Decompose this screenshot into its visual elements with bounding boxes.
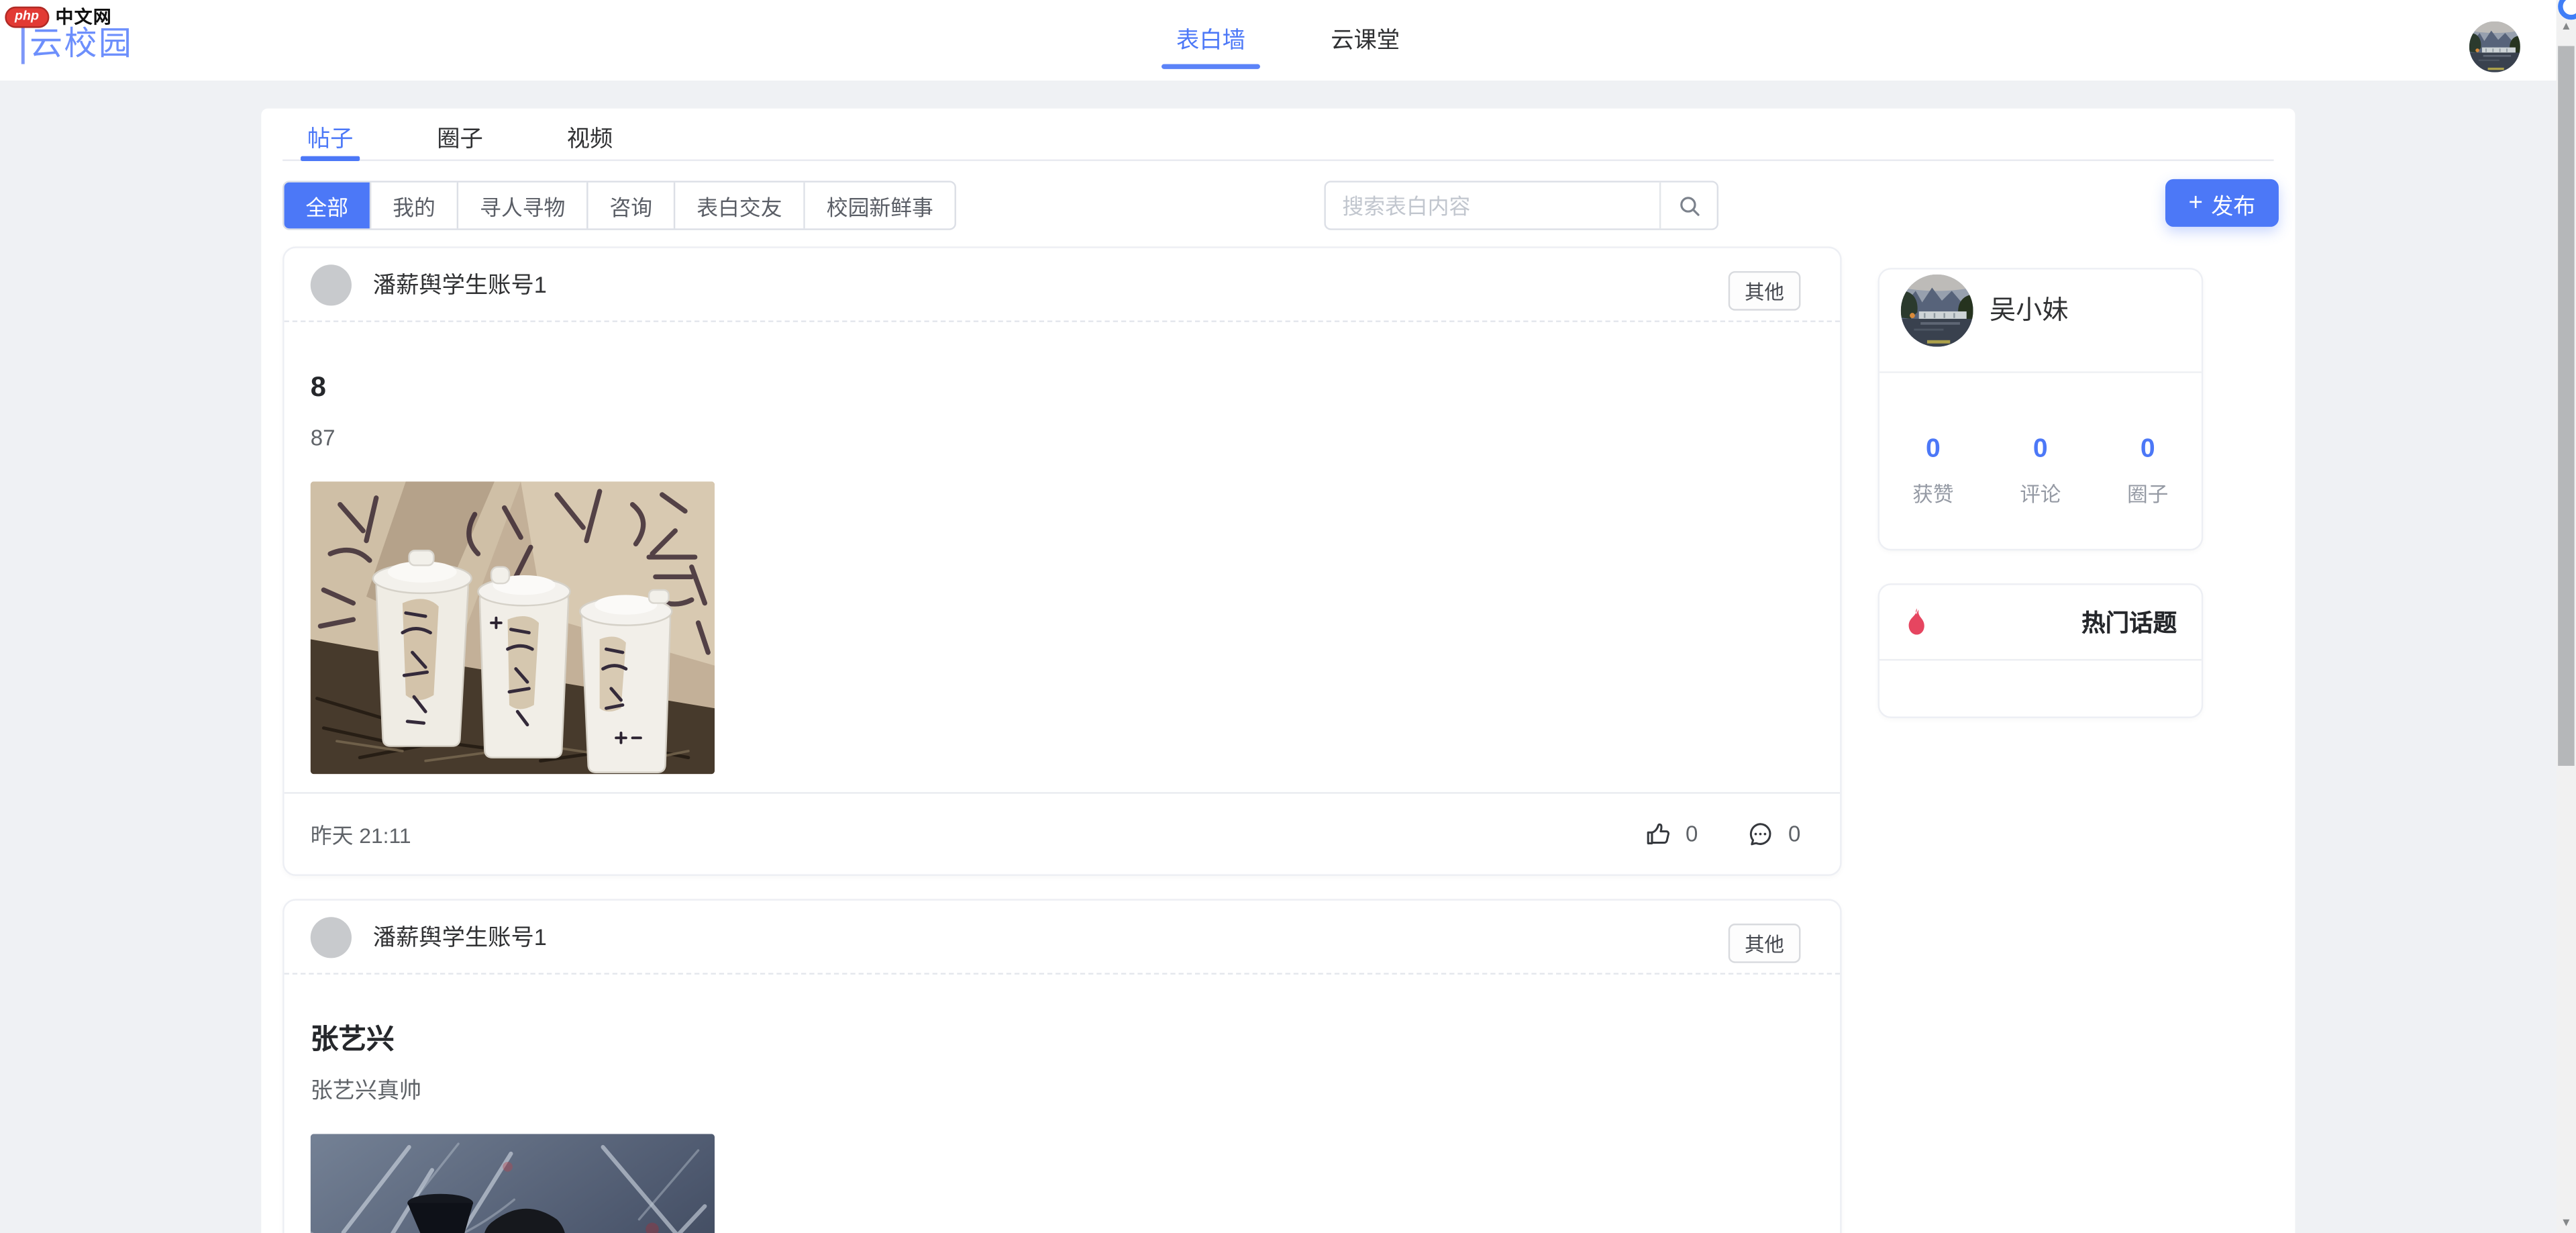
scrollbar-track[interactable]: ▲ ▼ xyxy=(2557,0,2576,1233)
filter-lost-found[interactable]: 寻人寻物 xyxy=(457,183,586,229)
post-category-tag: 其他 xyxy=(1729,924,1801,963)
like-button[interactable]: 0 xyxy=(1645,820,1698,848)
profile-stats: 0 获赞 0 评论 0 圈子 xyxy=(1879,373,2202,508)
post-category-tag: 其他 xyxy=(1729,271,1801,311)
site-badge-label: 中文网 xyxy=(55,3,111,30)
post-author-name[interactable]: 潘薪舆学生账号1 xyxy=(373,920,547,953)
page: php 中文网 云校园 表白墙 云课堂 xyxy=(0,0,2576,1233)
comment-count: 0 xyxy=(1788,822,1800,846)
comment-button[interactable]: 0 xyxy=(1747,820,1801,848)
filter-all[interactable]: 全部 xyxy=(285,183,370,229)
stat-value: 0 xyxy=(2094,436,2202,465)
profile-name: 吴小妹 xyxy=(1990,287,2069,327)
nav-tab-label: 云课堂 xyxy=(1331,23,1400,56)
stat-value: 0 xyxy=(1879,436,1987,465)
search-box xyxy=(1324,181,1718,230)
post-content: 张艺兴真帅 xyxy=(311,1078,1807,1104)
stat-label: 评论 xyxy=(1987,477,2094,508)
scrollbar-thumb[interactable] xyxy=(2558,46,2574,766)
main-panel: 帖子 圈子 视频 全部 我的 寻人寻物 咨询 表白交友 校园新鲜事 xyxy=(261,109,2295,1233)
tab-label: 帖子 xyxy=(307,125,354,151)
app-logo[interactable]: 云校园 xyxy=(21,25,133,64)
profile-card-top: 吴小妹 xyxy=(1879,270,2202,373)
post-author-name[interactable]: 潘薪舆学生账号1 xyxy=(373,268,547,301)
comment-icon xyxy=(1747,820,1775,848)
search-button[interactable] xyxy=(1659,183,1717,229)
tab-label: 圈子 xyxy=(437,125,483,151)
scrollbar-down-arrow[interactable]: ▼ xyxy=(2557,1217,2576,1228)
scrollbar-up-arrow[interactable]: ▲ xyxy=(2557,21,2576,33)
post-card[interactable]: 潘薪舆学生账号1 其他 张艺兴 张艺兴真帅 xyxy=(282,899,1842,1233)
nav-tab-label: 表白墙 xyxy=(1176,23,1245,56)
tab-circles[interactable]: 圈子 xyxy=(413,109,508,160)
post-image-coffee-cups[interactable] xyxy=(311,481,715,774)
filter-confession[interactable]: 表白交友 xyxy=(674,183,803,229)
post-card[interactable]: 潘薪舆学生账号1 其他 8 87 xyxy=(282,246,1842,876)
post-body: 8 87 xyxy=(285,322,1841,774)
stat-label: 圈子 xyxy=(2094,477,2202,508)
stat-comments[interactable]: 0 评论 xyxy=(1987,436,2094,508)
top-header: php 中文网 云校园 表白墙 云课堂 xyxy=(0,0,2557,81)
stat-value: 0 xyxy=(1987,436,2094,465)
like-count: 0 xyxy=(1686,822,1698,846)
tab-videos[interactable]: 视频 xyxy=(542,109,637,160)
post-title: 张艺兴 xyxy=(311,1024,1807,1056)
post-timestamp: 昨天 21:11 xyxy=(311,818,411,850)
landscape-avatar-image xyxy=(2469,21,2520,72)
publish-label: 发布 xyxy=(2211,187,2255,219)
content-tabs: 帖子 圈子 视频 xyxy=(282,109,2273,161)
flame-icon xyxy=(1904,606,1929,638)
post-actions: 0 0 xyxy=(1645,820,1801,848)
search-input[interactable] xyxy=(1326,183,1659,229)
tab-label: 视频 xyxy=(567,125,613,151)
post-footer: 昨天 21:11 0 xyxy=(285,792,1841,874)
profile-card: 吴小妹 0 获赞 0 评论 0 圈子 xyxy=(1878,268,2204,550)
hot-topics-list-empty xyxy=(1879,660,2202,720)
hot-topics-title: 热门话题 xyxy=(2081,605,2177,639)
stat-label: 获赞 xyxy=(1879,477,1987,508)
post-header: 潘薪舆学生账号1 其他 xyxy=(285,248,1841,322)
filter-mine[interactable]: 我的 xyxy=(370,183,457,229)
search-icon xyxy=(1677,193,1702,218)
hot-topics-card: 热门话题 xyxy=(1878,583,2204,718)
php-logo-icon: php xyxy=(5,6,48,28)
publish-button[interactable]: + 发布 xyxy=(2165,179,2279,227)
profile-avatar[interactable] xyxy=(1901,275,1973,347)
post-body: 张艺兴 张艺兴真帅 xyxy=(285,975,1841,1233)
post-author-avatar[interactable] xyxy=(311,264,352,305)
header-user-avatar[interactable] xyxy=(2469,21,2520,72)
stat-likes[interactable]: 0 获赞 xyxy=(1879,436,1987,508)
thumbs-up-icon xyxy=(1645,820,1673,848)
post-image-concert[interactable] xyxy=(311,1134,715,1233)
tab-posts[interactable]: 帖子 xyxy=(282,109,378,160)
filter-campus-news[interactable]: 校园新鲜事 xyxy=(803,183,954,229)
post-author-avatar[interactable] xyxy=(311,916,352,957)
php-site-badge[interactable]: php 中文网 xyxy=(5,3,112,30)
plus-icon: + xyxy=(2189,191,2203,215)
stat-circles[interactable]: 0 圈子 xyxy=(2094,436,2202,508)
post-header: 潘薪舆学生账号1 其他 xyxy=(285,901,1841,975)
landscape-avatar-image xyxy=(1901,275,1973,347)
nav-tab-confession-wall[interactable]: 表白墙 xyxy=(1170,0,1251,79)
filter-button-group: 全部 我的 寻人寻物 咨询 表白交友 校园新鲜事 xyxy=(282,181,956,230)
post-title: 8 xyxy=(311,371,1807,404)
hot-topics-header: 热门话题 xyxy=(1879,585,2202,661)
nav-tab-cloud-class[interactable]: 云课堂 xyxy=(1324,0,1406,79)
post-content: 87 xyxy=(311,426,1807,452)
header-nav: 表白墙 云课堂 xyxy=(1170,0,1406,79)
filter-consult[interactable]: 咨询 xyxy=(586,183,674,229)
